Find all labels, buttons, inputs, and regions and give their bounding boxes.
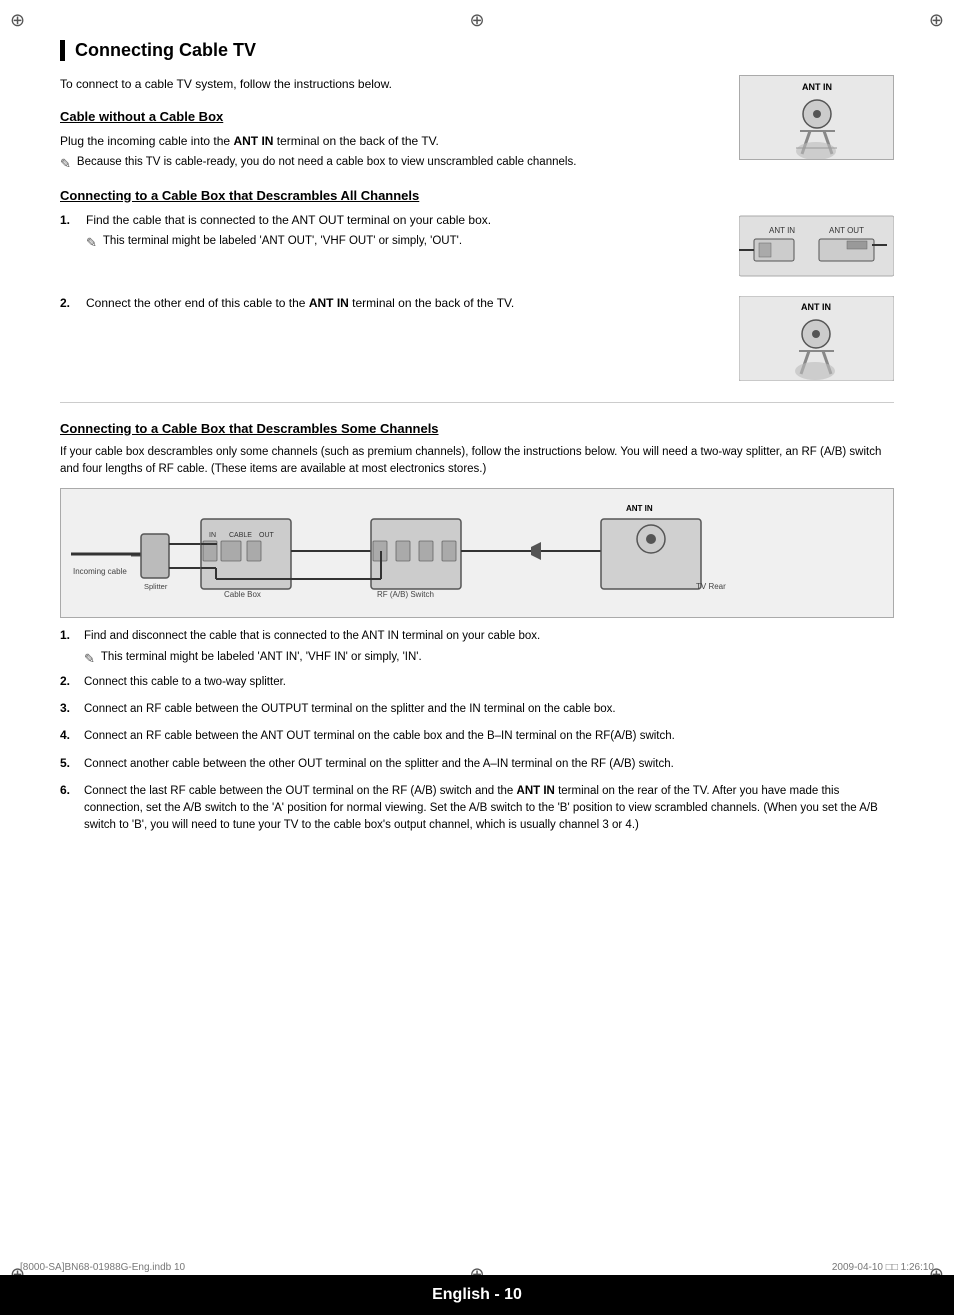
step1-num: 1. bbox=[60, 211, 78, 229]
svg-text:OUT: OUT bbox=[259, 532, 275, 539]
svg-text:ANT IN: ANT IN bbox=[802, 82, 832, 92]
s3-step3-text: Connect an RF cable between the OUTPUT t… bbox=[84, 701, 616, 718]
section2-step1-text-col: 1. Find the cable that is connected to t… bbox=[60, 211, 723, 263]
svg-text:ANT IN: ANT IN bbox=[626, 504, 653, 513]
diagram-decorations-1: ANT IN bbox=[740, 76, 893, 159]
section1-note: ✎ Because this TV is cable-ready, you do… bbox=[60, 154, 723, 174]
s3-step2-text: Connect this cable to a two-way splitter… bbox=[84, 674, 286, 691]
step1-note: ✎ This terminal might be labeled 'ANT OU… bbox=[86, 233, 723, 253]
section2-step1: 1. Find the cable that is connected to t… bbox=[60, 211, 723, 253]
svg-text:ANT IN: ANT IN bbox=[801, 302, 831, 312]
top-center-mark: ⊕ bbox=[469, 10, 484, 31]
corner-mark-tl: ⊕ bbox=[10, 10, 25, 31]
svg-text:ANT IN: ANT IN bbox=[769, 226, 795, 235]
svg-text:Cable Box: Cable Box bbox=[224, 590, 261, 599]
s3-step1-content: Find and disconnect the cable that is co… bbox=[84, 628, 540, 669]
svg-text:Splitter: Splitter bbox=[144, 582, 168, 591]
cable-box-svg: ANT IN ANT OUT bbox=[739, 211, 894, 281]
section-title: Connecting Cable TV bbox=[60, 40, 894, 61]
ant-in-image-1: ANT IN ✏ ANT IN bbox=[739, 75, 894, 160]
section3-steps-container: 1. Find and disconnect the cable that is… bbox=[60, 628, 894, 840]
corner-mark-tr: ⊕ bbox=[929, 10, 944, 31]
svg-text:TV Rear: TV Rear bbox=[696, 582, 726, 591]
svg-text:CABLE: CABLE bbox=[229, 532, 252, 539]
section2-steps: 1. Find the cable that is connected to t… bbox=[60, 211, 723, 253]
s3-step-6: 6. Connect the last RF cable between the… bbox=[60, 783, 894, 840]
section1-note-text: Because this TV is cable-ready, you do n… bbox=[77, 154, 576, 171]
footer-left-meta: [8000-SA]BN68-01988G-Eng.indb 10 bbox=[20, 1262, 185, 1273]
bottom-meta: [8000-SA]BN68-01988G-Eng.indb 10 2009-04… bbox=[20, 1262, 934, 1273]
section3-title: Connecting to a Cable Box that Descrambl… bbox=[60, 421, 894, 436]
svg-text:Incoming cable: Incoming cable bbox=[73, 567, 127, 576]
s3-step5-num: 5. bbox=[60, 756, 78, 778]
step2-text: Connect the other end of this cable to t… bbox=[86, 296, 514, 310]
intro-paragraph: To connect to a cable TV system, follow … bbox=[60, 75, 723, 93]
footer-bar: English - 10 bbox=[0, 1275, 954, 1315]
ant-in-svg-2: ANT IN bbox=[739, 296, 894, 381]
section3-intro: If your cable box descrambles only some … bbox=[60, 444, 894, 479]
section1-text: Plug the incoming cable into the ANT IN … bbox=[60, 132, 723, 150]
section2-step2: 2. Connect the other end of this cable t… bbox=[60, 296, 723, 310]
note-icon-3: ✎ bbox=[84, 649, 95, 669]
large-diagram-svg: Incoming cable Splitter Cable Box IN CAB… bbox=[60, 488, 894, 618]
step2-num: 2. bbox=[60, 296, 78, 310]
step1-note-text: This terminal might be labeled 'ANT OUT'… bbox=[103, 233, 462, 250]
s3-step-3: 3. Connect an RF cable between the OUTPU… bbox=[60, 701, 894, 723]
s3-step1-note: ✎ This terminal might be labeled 'ANT IN… bbox=[84, 649, 540, 669]
footer-page-label: English - 10 bbox=[432, 1286, 522, 1304]
intro-section: To connect to a cable TV system, follow … bbox=[60, 75, 894, 174]
s3-step6-num: 6. bbox=[60, 783, 78, 840]
cable-box-diagram-img: ANT IN ANT OUT bbox=[739, 211, 894, 284]
step1-content: Find the cable that is connected to the … bbox=[86, 211, 723, 253]
s3-step1-note-text: This terminal might be labeled 'ANT IN',… bbox=[101, 649, 422, 666]
s3-step4-num: 4. bbox=[60, 728, 78, 750]
svg-text:ANT OUT: ANT OUT bbox=[829, 226, 864, 235]
s3-step-4: 4. Connect an RF cable between the ANT O… bbox=[60, 728, 894, 750]
ant-in-diagram-1: ANT IN ✏ ANT IN bbox=[739, 75, 894, 160]
section1-title: Cable without a Cable Box bbox=[60, 109, 723, 124]
section2-title: Connecting to a Cable Box that Descrambl… bbox=[60, 188, 894, 203]
ant-in-diagram-2: ANT IN bbox=[739, 296, 894, 384]
s3-step1-num: 1. bbox=[60, 628, 78, 669]
footer-right-meta: 2009-04-10 □□ 1:26:10 bbox=[832, 1262, 934, 1273]
section-divider bbox=[60, 402, 894, 403]
s3-step-2: 2. Connect this cable to a two-way split… bbox=[60, 674, 894, 696]
diagram-svg-1: ANT IN bbox=[740, 76, 894, 160]
section2-step1-row: 1. Find the cable that is connected to t… bbox=[60, 211, 894, 284]
large-diagram-wrapper: Incoming cable Splitter Cable Box IN CAB… bbox=[60, 488, 894, 618]
step2-content: Connect the other end of this cable to t… bbox=[86, 296, 723, 310]
section2-step2-row: 2. Connect the other end of this cable t… bbox=[60, 296, 894, 384]
svg-text:IN: IN bbox=[209, 532, 216, 539]
svg-text:RF (A/B) Switch: RF (A/B) Switch bbox=[377, 590, 434, 599]
s3-step2-num: 2. bbox=[60, 674, 78, 696]
s3-step-1: 1. Find and disconnect the cable that is… bbox=[60, 628, 894, 669]
s3-step4-text: Connect an RF cable between the ANT OUT … bbox=[84, 728, 675, 745]
s3-step6-content: Connect the last RF cable between the OU… bbox=[84, 783, 894, 835]
s3-step5-text: Connect another cable between the other … bbox=[84, 756, 674, 773]
note-icon-2: ✎ bbox=[86, 233, 97, 253]
step1-text: Find the cable that is connected to the … bbox=[86, 213, 491, 227]
s3-step3-num: 3. bbox=[60, 701, 78, 723]
intro-text-col: To connect to a cable TV system, follow … bbox=[60, 75, 723, 174]
note-icon-1: ✎ bbox=[60, 154, 71, 174]
s3-step-5: 5. Connect another cable between the oth… bbox=[60, 756, 894, 778]
section2-step2-text-col: 2. Connect the other end of this cable t… bbox=[60, 296, 723, 316]
page: ⊕ ⊕ ⊕ ⊕ ⊕ ⊕ Connecting Cable TV To conne… bbox=[0, 0, 954, 1315]
s3-step1-text: Find and disconnect the cable that is co… bbox=[84, 630, 540, 642]
